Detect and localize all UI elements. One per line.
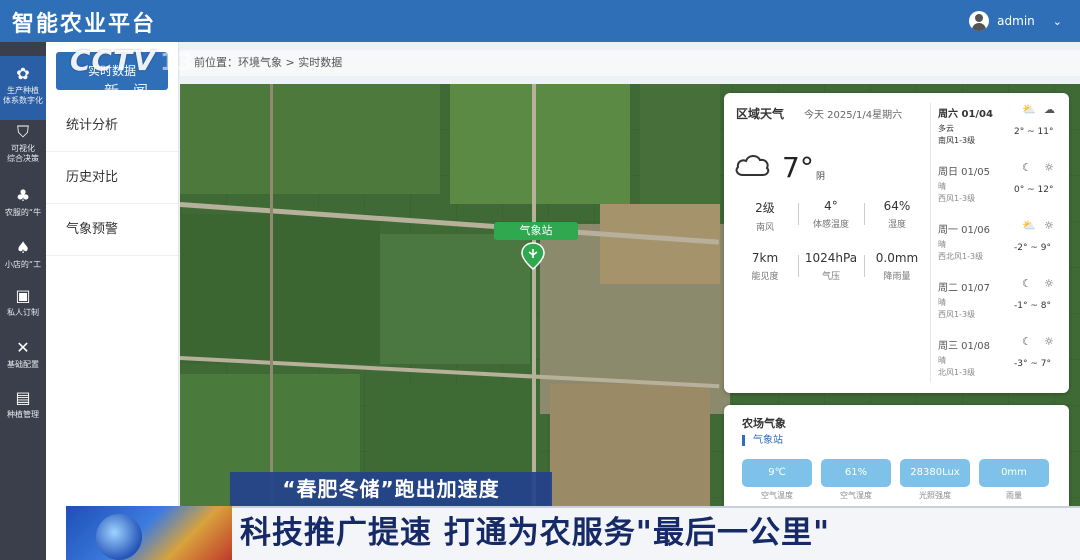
current-condition: 阴 — [816, 172, 826, 182]
metric-rainfall: 0mm 雨量 — [979, 459, 1049, 501]
rail-item-label: 种植管理 — [7, 410, 39, 419]
metric-air-temperature: 9℃ 空气温度 — [742, 459, 812, 501]
top-bar: 智能农业平台 admin ⌄ — [0, 0, 1080, 42]
forecast-date: 周六 01/04 — [938, 109, 993, 120]
forecast-day: 周二 01/07 ☾ ☼ 晴 西风1-3级 -1° ~ 8° — [936, 275, 1064, 333]
sun-icon: ☼ — [1044, 219, 1054, 232]
news-globe-logo — [66, 506, 232, 560]
forecast-day: 周三 01/08 ☾ ☼ 晴 北风1-3级 -3° ~ 7° — [936, 333, 1064, 391]
forecast-condition: 晴 — [938, 240, 946, 249]
rail-item-production[interactable]: ✿ 生产种植 体系数字化 — [0, 56, 46, 120]
forecast-day: 周六 01/04 ⛅ ☁ 多云 南风1-3级 2° ~ 11° — [936, 101, 1064, 159]
chevron-down-icon: ⌄ — [1052, 14, 1062, 28]
forecast-condition: 晴 — [938, 298, 946, 307]
stat-wind: 2级 南风 — [755, 201, 775, 233]
avatar-icon — [969, 11, 990, 31]
forecast-range: 2° ~ 11° — [1014, 127, 1054, 137]
regional-weather-card: 区域天气 今天 2025/1/4星期六 7° 阴 2级 南风 4° 体感温度 64%… — [724, 93, 1069, 393]
rail-item-label: 私人订制 — [7, 308, 39, 317]
moon-icon: ☾ — [1022, 335, 1032, 348]
stat-feels-like: 4° 体感温度 — [812, 199, 849, 230]
rail-item-planting-mgmt[interactable]: ▤ 种植管理 — [0, 380, 46, 444]
forecast-day: 周一 01/06 ⛅ ☼ 晴 西北风1-3级 -2° ~ 9° — [936, 217, 1064, 275]
rail-item-label: 基础配置 — [7, 360, 39, 369]
forecast-wind: 南风1-3级 — [938, 136, 976, 145]
forecast-range: -1° ~ 8° — [1014, 301, 1051, 311]
submenu-item-history[interactable]: 历史对比 — [46, 152, 178, 204]
weather-stats: 2级 南风 4° 体感温度 64% 湿度 7km 能见度 1024hPa 气压 0.0mm… — [732, 199, 932, 309]
cloud-sun-icon: ⛅ — [1022, 219, 1036, 232]
forecast-condition: 晴 — [938, 356, 946, 365]
seedling-icon: ✿ — [16, 64, 30, 83]
secondary-menu: 实时数据 统计分析 历史对比 气象预警 — [46, 42, 179, 560]
map-pin-icon[interactable] — [521, 242, 545, 270]
forecast-date: 周二 01/07 — [938, 283, 990, 294]
submenu-item-realtime[interactable]: 实时数据 — [56, 52, 168, 90]
stat-rainfall: 0.0mm 降雨量 — [875, 251, 919, 282]
news-headline-caption: 科技推广提速 打通为农服务"最后一公里" — [240, 515, 831, 551]
farm-weather-title: 农场气象 — [742, 417, 786, 430]
rail-item-visual-decision[interactable]: ⛉ 可视化 综合决策 — [0, 114, 46, 178]
map-field — [180, 84, 440, 194]
metric-light-intensity: 28380Lux 光照强度 — [900, 459, 970, 501]
cloud-icon — [735, 155, 770, 176]
submenu-item-statistics[interactable]: 统计分析 — [46, 100, 178, 152]
rail-item-label: 小店的“工 — [4, 260, 42, 269]
cloud-icon: ☁ — [1044, 103, 1055, 116]
shield-icon: ⛉ — [16, 122, 29, 141]
forecast-condition: 多云 — [938, 124, 954, 133]
map-field — [600, 204, 720, 284]
weather-title: 区域天气 — [736, 107, 785, 121]
username: admin — [997, 14, 1035, 28]
forecast-range: -2° ~ 9° — [1014, 243, 1051, 253]
current-temperature: 7° — [782, 151, 814, 184]
grain-icon: ♠ — [15, 238, 31, 257]
submenu-item-warning[interactable]: 气象预警 — [46, 204, 178, 256]
screen-icon: ▣ — [15, 286, 31, 305]
stat-pressure: 1024hPa 气压 — [804, 251, 858, 282]
forecast-wind: 西风1-3级 — [938, 194, 976, 203]
map-field — [640, 84, 720, 224]
forecast-range: 0° ~ 12° — [1014, 185, 1054, 195]
map-field — [380, 234, 530, 364]
user-menu[interactable]: admin ⌄ — [969, 9, 1062, 33]
tools-icon: ✕ — [16, 338, 30, 357]
map-field — [450, 84, 630, 204]
moon-icon: ☾ — [1022, 161, 1032, 174]
forecast-date: 周三 01/08 — [938, 341, 990, 352]
forecast-range: -3° ~ 7° — [1014, 359, 1051, 369]
stat-humidity: 64% 湿度 — [883, 199, 911, 230]
station-marker-label[interactable]: 气象站 — [494, 222, 578, 240]
document-icon: ▤ — [15, 388, 31, 407]
wheat-icon: ♣ — [15, 186, 31, 205]
forecast-wind: 西风1-3级 — [938, 310, 976, 319]
rail-item-label: 可视化 综合决策 — [7, 144, 39, 163]
rail-item-label: 农服的“牛 — [4, 208, 42, 217]
forecast-condition: 晴 — [938, 182, 946, 191]
app-title: 智能农业平台 — [12, 12, 157, 37]
farm-weather-card: 农场气象 气象站 9℃ 空气温度 61% 空气湿度 28380Lux 光照强度 0mm… — [724, 405, 1069, 515]
forecast-date: 周日 01/05 — [938, 167, 990, 178]
main-nav-rail: ✿ 生产种植 体系数字化 ⛉ 可视化 综合决策 ♣ 农服的“牛 ♠ 小店的“工 … — [0, 42, 46, 560]
farm-station-tab[interactable]: 气象站 — [742, 435, 783, 446]
forecast-wind: 西北风1-3级 — [938, 252, 984, 261]
forecast-day: 周日 01/05 ☾ ☼ 晴 西风1-3级 0° ~ 12° — [936, 159, 1064, 217]
sun-icon: ☼ — [1044, 277, 1054, 290]
stat-visibility: 7km 能见度 — [751, 251, 779, 282]
map-field — [180, 214, 380, 364]
forecast-wind: 北风1-3级 — [938, 368, 976, 377]
divider — [930, 103, 931, 383]
moon-icon: ☾ — [1022, 277, 1032, 290]
sun-icon: ☼ — [1044, 161, 1054, 174]
metric-air-humidity: 61% 空气湿度 — [821, 459, 891, 501]
forecast-date: 周一 01/06 — [938, 225, 990, 236]
sun-icon: ☼ — [1044, 335, 1054, 348]
news-subtitle-caption: “春肥冬储”跑出加速度 — [230, 472, 552, 506]
weather-date: 今天 2025/1/4星期六 — [804, 110, 903, 121]
breadcrumb: 前位置：环境气象 > 实时数据 — [180, 50, 1080, 76]
rail-item-label: 生产种植 体系数字化 — [3, 86, 43, 105]
cloud-sun-icon: ⛅ — [1022, 103, 1036, 116]
